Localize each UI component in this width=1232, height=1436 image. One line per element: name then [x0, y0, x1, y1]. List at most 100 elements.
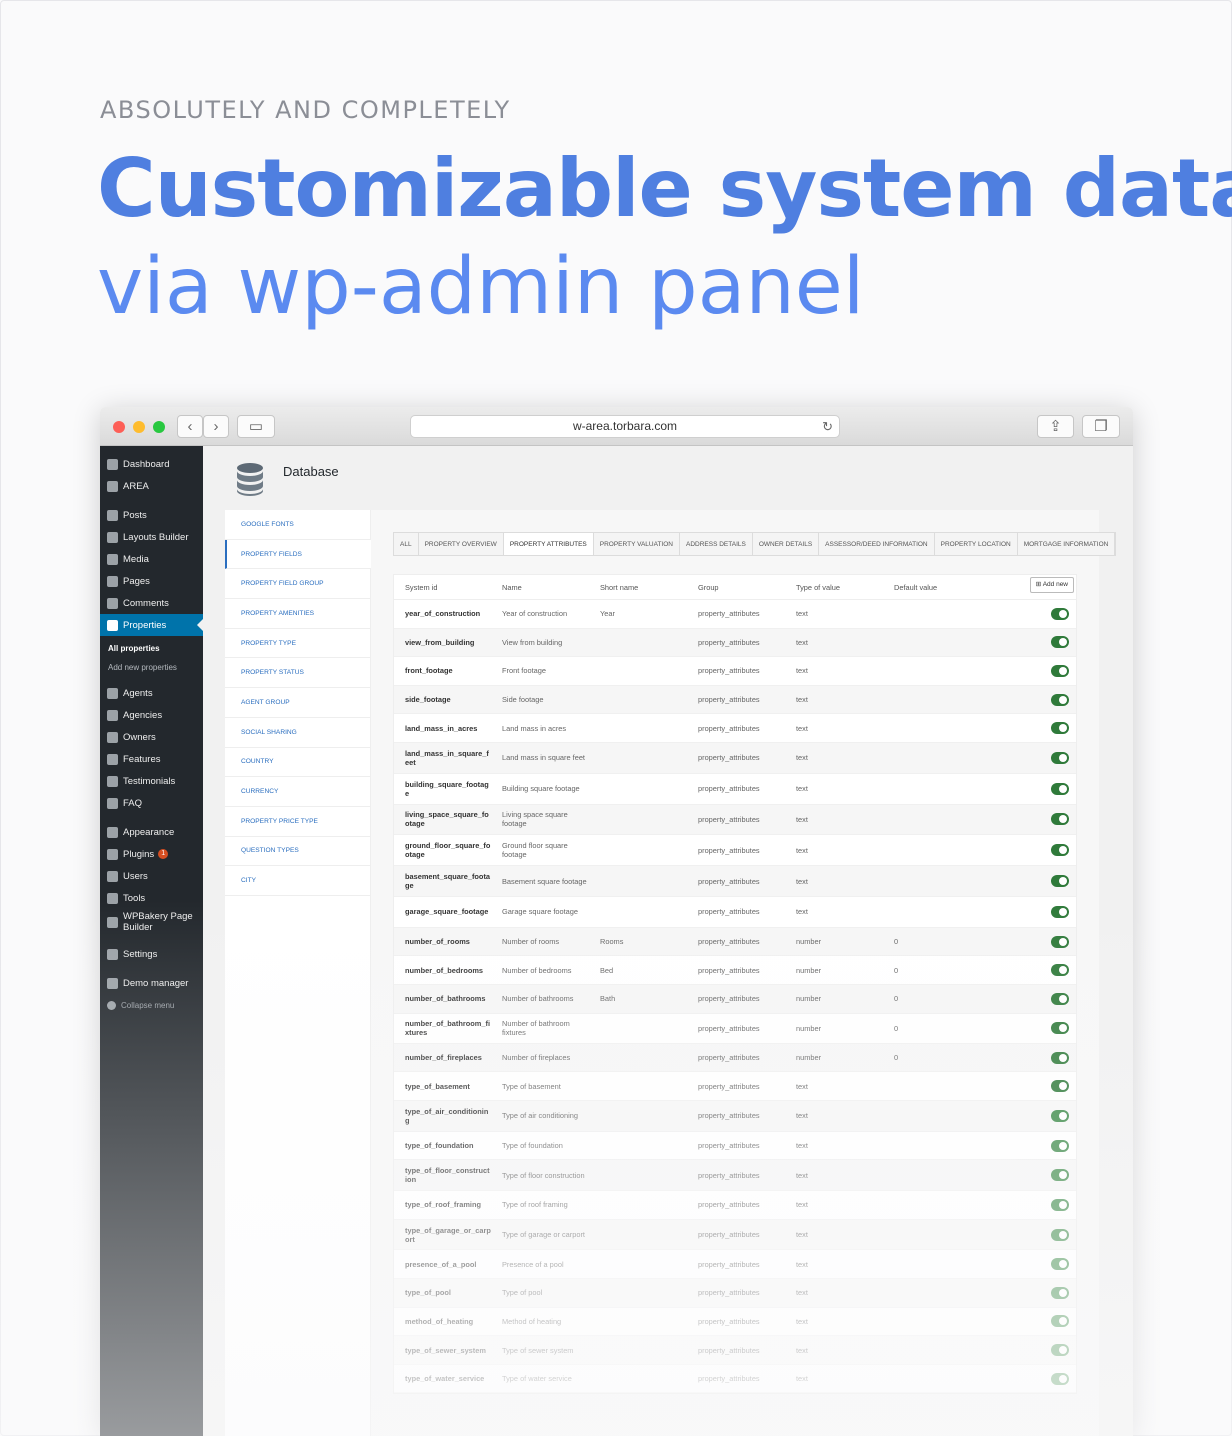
enabled-toggle[interactable] — [1051, 905, 1069, 918]
sidebar-item[interactable]: Appearance — [100, 821, 203, 843]
sidebar-item-label: Agencies — [123, 709, 163, 721]
sidebar-item[interactable]: Agents — [100, 682, 203, 704]
sidebar-item[interactable]: Dashboard — [100, 453, 203, 475]
sidebar-toggle-icon[interactable]: ▭ — [237, 415, 275, 438]
short-name-cell: Bed — [600, 965, 614, 975]
enabled-toggle[interactable] — [1051, 1080, 1069, 1093]
enabled-toggle[interactable] — [1051, 636, 1069, 649]
sidebar-item[interactable]: Comments — [100, 592, 203, 614]
menu-icon — [107, 892, 118, 904]
forward-icon[interactable]: › — [203, 415, 229, 438]
sidebar-item[interactable]: Properties — [100, 614, 203, 636]
tab-item[interactable]: PROPERTY VALUATION — [594, 533, 680, 555]
sidebar-item[interactable]: Demo manager — [100, 972, 203, 994]
name-cell: Type of garage or carport — [502, 1230, 585, 1240]
short-name-cell: Rooms — [600, 937, 624, 947]
back-icon[interactable]: ‹ — [177, 415, 203, 438]
tab-item[interactable]: OWNER DETAILS — [753, 533, 820, 555]
sidebar-item[interactable]: Testimonials — [100, 770, 203, 792]
sidebar-item[interactable]: Layouts Builder — [100, 526, 203, 548]
tab-item[interactable]: PROPERTY ATTRIBUTES — [503, 533, 594, 555]
nav-item[interactable]: PROPERTY FIELDS — [225, 539, 371, 570]
nav-item[interactable]: PROPERTY STATUS — [225, 658, 370, 689]
type-cell: text — [796, 845, 808, 855]
enabled-toggle[interactable] — [1051, 1344, 1069, 1357]
sidebar-item[interactable]: AREA — [100, 475, 203, 497]
enabled-toggle[interactable] — [1051, 751, 1069, 764]
add-new-button[interactable]: ⊞ Add new — [1029, 577, 1074, 593]
enabled-toggle[interactable] — [1051, 813, 1069, 826]
enabled-toggle[interactable] — [1051, 844, 1069, 857]
minimize-window-icon[interactable] — [133, 421, 145, 433]
table-row: type_of_sewer_system Type of sewer system… — [394, 1336, 1076, 1365]
name-cell: Side footage — [502, 695, 544, 705]
enabled-toggle[interactable] — [1051, 1051, 1069, 1064]
type-cell: text — [796, 753, 808, 763]
nav-item[interactable]: PROPERTY AMENITIES — [225, 599, 370, 629]
tabs-overview-icon[interactable]: ❐ — [1082, 415, 1120, 438]
nav-item[interactable]: CITY — [225, 866, 370, 896]
address-bar[interactable]: w-area.torbara.com ↻ — [410, 415, 840, 438]
system-id-cell: building_square_footage — [405, 779, 489, 798]
enabled-toggle[interactable] — [1051, 782, 1069, 795]
enabled-toggle[interactable] — [1051, 935, 1069, 948]
tab-item[interactable]: MORTGAGE INFORMATION — [1018, 533, 1116, 555]
sidebar-item[interactable]: WPBakery Page Builder — [100, 909, 203, 935]
sidebar-item[interactable]: Agencies — [100, 704, 203, 726]
enabled-toggle[interactable] — [1051, 664, 1069, 677]
sidebar-item[interactable]: FAQ — [100, 792, 203, 814]
table-row: presence_of_a_pool Presence of a pool prop… — [394, 1250, 1076, 1280]
share-icon[interactable]: ⇪ — [1037, 415, 1074, 438]
tab-item[interactable]: ADDRESS DETAILS — [680, 533, 753, 555]
tab-item[interactable]: PROPERTY OVERVIEW — [419, 533, 504, 555]
sidebar-item[interactable]: Media — [100, 548, 203, 570]
enabled-toggle[interactable] — [1051, 1286, 1069, 1299]
nav-item[interactable]: GOOGLE FONTS — [225, 510, 370, 540]
enabled-toggle[interactable] — [1051, 992, 1069, 1005]
table-row: type_of_garage_or_carport Type of garage … — [394, 1219, 1076, 1251]
enabled-toggle[interactable] — [1051, 1372, 1069, 1385]
nav-item[interactable]: CURRENCY — [225, 777, 370, 807]
close-window-icon[interactable] — [113, 421, 125, 433]
enabled-toggle[interactable] — [1051, 1109, 1069, 1122]
sidebar-item-label: Agents — [123, 687, 153, 699]
type-cell: text — [796, 1170, 808, 1180]
enabled-toggle[interactable] — [1051, 1228, 1069, 1241]
enabled-toggle[interactable] — [1051, 607, 1069, 620]
tab-item[interactable]: ASSESSOR/DEED INFORMATION — [819, 533, 935, 555]
nav-item[interactable]: AGENT GROUP — [225, 688, 370, 718]
enabled-toggle[interactable] — [1051, 1315, 1069, 1328]
sidebar-item[interactable]: Owners — [100, 726, 203, 748]
sidebar-item[interactable]: Pages — [100, 570, 203, 592]
enabled-toggle[interactable] — [1051, 693, 1069, 706]
sidebar-item[interactable]: Plugins 1 — [100, 843, 203, 865]
sidebar-item[interactable]: Settings — [100, 943, 203, 965]
table-row: ground_floor_square_footage Ground floor … — [394, 835, 1076, 867]
maximize-window-icon[interactable] — [153, 421, 165, 433]
reload-icon[interactable]: ↻ — [822, 416, 833, 437]
nav-item[interactable]: SOCIAL SHARING — [225, 718, 370, 748]
sidebar-item[interactable]: Posts — [100, 504, 203, 526]
submenu-item[interactable]: Add new properties — [108, 663, 177, 672]
sidebar-item[interactable]: Features — [100, 748, 203, 770]
nav-item[interactable]: PROPERTY PRICE TYPE — [225, 807, 370, 837]
sidebar-item[interactable]: Collapse menu — [100, 994, 203, 1016]
enabled-toggle[interactable] — [1051, 1139, 1069, 1152]
sidebar-item[interactable]: Users — [100, 865, 203, 887]
nav-item[interactable]: PROPERTY FIELD GROUP — [225, 569, 370, 600]
enabled-toggle[interactable] — [1051, 1258, 1069, 1271]
tab-item[interactable]: ALL — [394, 533, 419, 555]
enabled-toggle[interactable] — [1051, 1022, 1069, 1035]
enabled-toggle[interactable] — [1051, 722, 1069, 735]
sidebar-item[interactable]: Tools — [100, 887, 203, 909]
nav-item[interactable]: COUNTRY — [225, 748, 370, 778]
enabled-toggle[interactable] — [1051, 1169, 1069, 1182]
tab-item[interactable]: PROPERTY LOCATION — [935, 533, 1018, 555]
nav-item[interactable]: QUESTION TYPES — [225, 837, 370, 867]
group-cell: property_attributes — [698, 1170, 760, 1180]
submenu-item[interactable]: All properties — [108, 644, 160, 653]
enabled-toggle[interactable] — [1051, 964, 1069, 977]
enabled-toggle[interactable] — [1051, 875, 1069, 888]
nav-item[interactable]: PROPERTY TYPE — [225, 629, 370, 659]
enabled-toggle[interactable] — [1051, 1198, 1069, 1211]
